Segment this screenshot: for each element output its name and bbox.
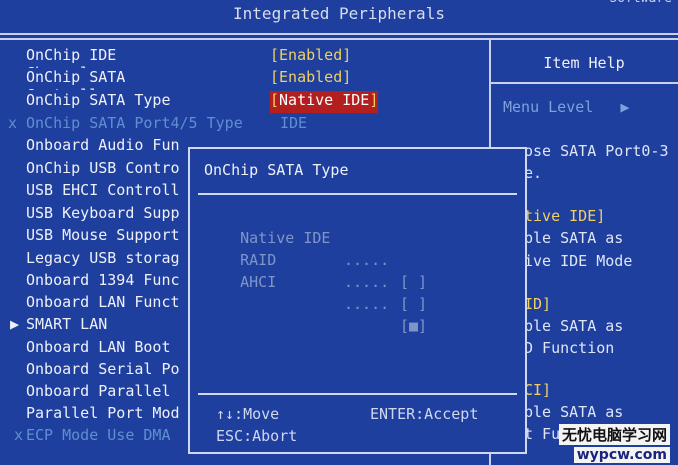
setting-row-onboard-1394[interactable]: Onboard 1394 Func <box>26 271 186 293</box>
popup-footer-divider <box>198 393 517 395</box>
setting-label: Onboard LAN Boot <box>26 338 171 356</box>
disabled-marker: x <box>8 114 18 132</box>
help-line: t Fu <box>524 425 561 443</box>
setting-row-onchip-usb-controller[interactable]: OnChip USB Contro <box>26 159 186 181</box>
header-divider-2 <box>0 38 678 40</box>
help-line: ble SATA as <box>524 229 624 247</box>
option-dots: ..... <box>344 295 390 313</box>
footer-move-hint: ↑↓:Move <box>216 405 280 423</box>
setting-row-usb-mouse-support[interactable]: USB Mouse Support <box>26 226 186 248</box>
setting-label: Onboard Audio Fun <box>26 136 180 154</box>
setting-label: Onboard Parallel <box>26 382 171 400</box>
page-title: Integrated Peripherals <box>233 4 445 23</box>
setting-label: USB Mouse Support <box>26 226 180 244</box>
help-line: CI] <box>524 381 552 399</box>
popup-title-divider <box>198 193 517 195</box>
item-help-title: Item Help <box>543 54 625 72</box>
setting-value-onchip-sata-type-selected[interactable]: [Native IDE] <box>270 91 379 113</box>
setting-label: OnChip SATA Port4/5 Type <box>26 114 243 132</box>
option-label: AHCI <box>240 273 277 291</box>
setting-label: Parallel Port Mod <box>26 404 180 422</box>
option-checkbox: [ ] <box>400 295 428 313</box>
help-line: ID] <box>524 295 552 313</box>
setting-row-onchip-sata-port45-type: OnChip SATA Port4/5 Type <box>26 114 276 136</box>
setting-label: USB Keyboard Supp <box>26 204 180 222</box>
option-raid[interactable]: RAID ..... [ ] <box>204 227 514 313</box>
setting-label: USB EHCI Controll <box>26 181 180 199</box>
disabled-marker: x <box>14 426 24 444</box>
setting-label: Onboard Serial Po <box>26 360 180 378</box>
setting-value-onchip-sata-controller[interactable]: [Enabled] <box>270 68 351 90</box>
setting-row-legacy-usb-storage[interactable]: Legacy USB storag <box>26 249 186 271</box>
option-checkbox-selected: [■] <box>400 317 428 335</box>
setting-row-usb-ehci-controller[interactable]: USB EHCI Controll <box>26 181 186 203</box>
watermark-url: wypcw.com <box>573 447 670 463</box>
option-native-ide[interactable]: Native IDE ..... [ ] <box>204 205 514 291</box>
setting-label: ECP Mode Use DMA <box>26 426 171 444</box>
help-line: D Function <box>524 339 615 357</box>
popup-title: OnChip SATA Type <box>204 161 349 179</box>
help-line: ive IDE Mode <box>524 252 633 270</box>
setting-row-onboard-lan-boot[interactable]: Onboard LAN Boot <box>26 338 186 360</box>
setting-row-onboard-serial-port[interactable]: Onboard Serial Po <box>26 360 186 382</box>
setting-label: Onboard LAN Funct <box>26 293 180 311</box>
menu-level: Menu Level ▶ <box>503 98 630 116</box>
setting-label: Legacy USB storag <box>26 249 180 267</box>
option-ahci[interactable]: AHCI ..... [■] <box>204 249 514 335</box>
setting-label: OnChip IDE Channel <box>26 46 117 68</box>
footer-accept-hint: ENTER:Accept <box>370 405 479 423</box>
help-line: ble SATA as <box>524 403 624 421</box>
setting-row-onchip-sata-controller[interactable]: OnChip SATA Controller <box>26 68 186 90</box>
setting-row-smart-lan[interactable]: SMART LAN <box>26 315 186 337</box>
header-divider <box>0 33 678 35</box>
footer-abort-hint: ESC:Abort <box>216 427 298 445</box>
watermark-site-name: 无忧电脑学习网 <box>558 424 670 445</box>
help-line: tive IDE] <box>524 207 606 225</box>
setting-row-parallel-port-mode[interactable]: Parallel Port Mod <box>26 404 186 426</box>
setting-label: OnChip SATA Controller <box>26 68 126 90</box>
setting-row-onchip-sata-type[interactable]: OnChip SATA Type <box>26 91 186 113</box>
selected-value-text: Native IDE <box>279 91 370 109</box>
setting-label: SMART LAN <box>26 315 108 333</box>
setting-label: OnChip USB Contro <box>26 159 180 177</box>
setting-row-ecp-mode-use-dma: ECP Mode Use DMA <box>26 426 186 448</box>
submenu-arrow-icon: ▶ <box>10 315 20 333</box>
setting-label: Onboard 1394 Func <box>26 271 180 289</box>
help-line: ose SATA Port0-3 <box>524 142 669 160</box>
setting-row-onchip-ide-channel[interactable]: OnChip IDE Channel <box>26 46 186 68</box>
setting-row-onboard-parallel[interactable]: Onboard Parallel <box>26 382 186 404</box>
watermark: 无忧电脑学习网 wypcw.com <box>558 424 670 463</box>
help-title-divider <box>489 82 678 84</box>
setting-value-onchip-sata-port45-type: IDE <box>280 114 308 132</box>
setting-row-onboard-lan-function[interactable]: Onboard LAN Funct <box>26 293 186 315</box>
option-checkbox: [ ] <box>400 273 428 291</box>
option-dots: ..... <box>344 273 390 291</box>
setting-row-onboard-audio[interactable]: Onboard Audio Fun <box>26 136 186 158</box>
setting-value-onchip-ide-channel[interactable]: [Enabled] <box>270 46 351 68</box>
setting-label: OnChip SATA Type <box>26 91 171 109</box>
setting-row-usb-keyboard-support[interactable]: USB Keyboard Supp <box>26 204 186 226</box>
help-line: ble SATA as <box>524 317 624 335</box>
sata-type-popup: OnChip SATA Type Native IDE ..... [ ] RA… <box>188 147 527 454</box>
